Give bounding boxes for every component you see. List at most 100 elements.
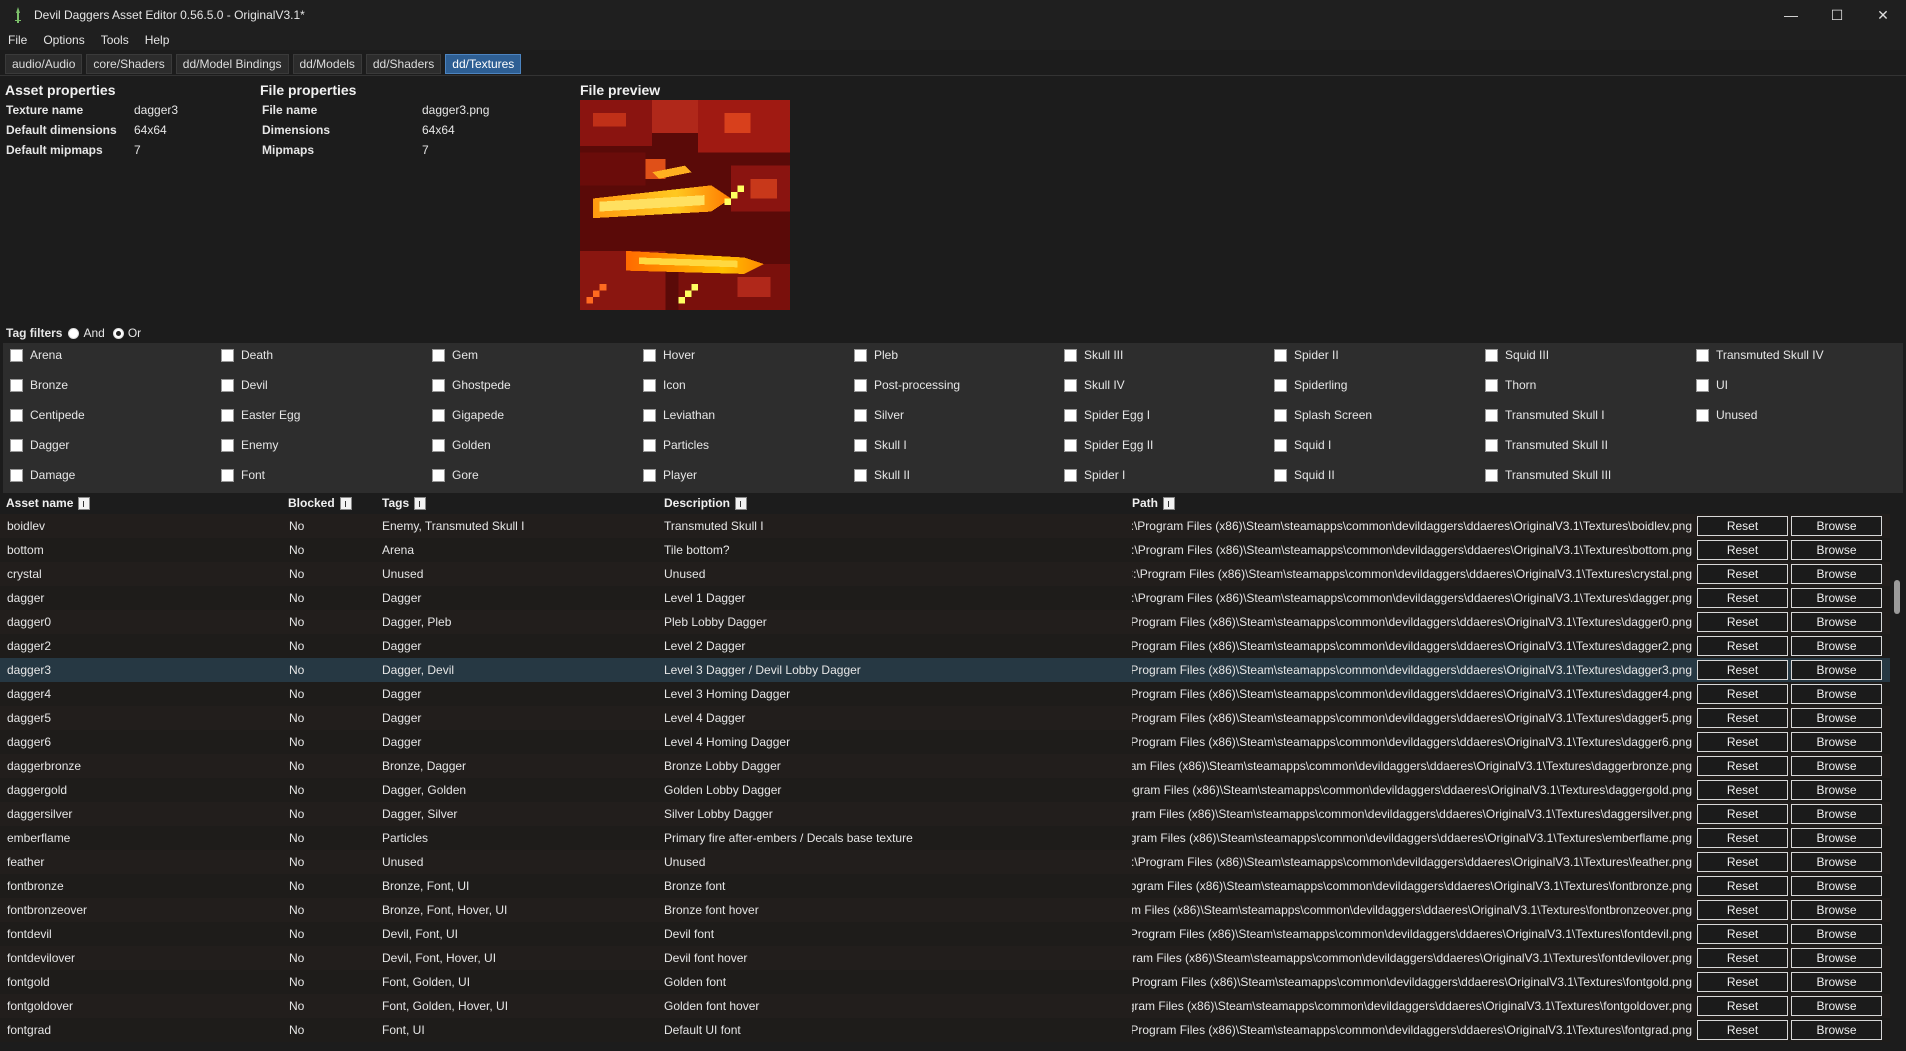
sort-path-icon[interactable] (1163, 496, 1176, 510)
reset-button[interactable]: Reset (1697, 900, 1788, 920)
tag-filter-centipede[interactable]: Centipede (10, 408, 85, 422)
table-row[interactable]: dagger4 No Dagger Level 3 Homing Dagger C:\P… (0, 682, 1890, 706)
tag-filter-post-processing[interactable]: Post-processing (854, 378, 960, 392)
table-row[interactable]: fontdevilover No Devil, Font, Hover, UI Dev… (0, 946, 1890, 970)
browse-button[interactable]: Browse (1791, 636, 1882, 656)
tag-checkbox-devil[interactable] (221, 378, 234, 392)
sort-blocked-icon[interactable] (339, 496, 352, 510)
reset-button[interactable]: Reset (1697, 852, 1788, 872)
tag-filter-skull-i[interactable]: Skull I (854, 438, 907, 452)
reset-button[interactable]: Reset (1697, 732, 1788, 752)
tag-checkbox-transmuted-skull-ii[interactable] (1485, 438, 1498, 452)
or-radio[interactable] (112, 327, 124, 339)
reset-button[interactable]: Reset (1697, 660, 1788, 680)
table-row[interactable]: fontbronzeover No Bronze, Font, Hover, UI B… (0, 898, 1890, 922)
tag-checkbox-silver[interactable] (854, 408, 867, 422)
or-radio-option[interactable]: Or (112, 326, 141, 340)
table-row[interactable]: daggersilver No Dagger, Silver Silver Lobby… (0, 802, 1890, 826)
header-tags[interactable]: Tags (382, 496, 427, 510)
sort-tags-icon[interactable] (414, 496, 427, 510)
sort-description-icon[interactable] (735, 496, 748, 510)
tag-checkbox-squid-ii[interactable] (1274, 468, 1287, 482)
reset-button[interactable]: Reset (1697, 876, 1788, 896)
browse-button[interactable]: Browse (1791, 780, 1882, 800)
tag-checkbox-spider-i[interactable] (1064, 468, 1077, 482)
reset-button[interactable]: Reset (1697, 972, 1788, 992)
tag-filter-gore[interactable]: Gore (432, 468, 479, 482)
reset-button[interactable]: Reset (1697, 780, 1788, 800)
reset-button[interactable]: Reset (1697, 948, 1788, 968)
tag-filter-silver[interactable]: Silver (854, 408, 904, 422)
menu-options[interactable]: Options (35, 33, 92, 47)
reset-button[interactable]: Reset (1697, 612, 1788, 632)
tag-filter-squid-ii[interactable]: Squid II (1274, 468, 1335, 482)
scrollbar-thumb[interactable] (1894, 580, 1900, 614)
tag-checkbox-gore[interactable] (432, 468, 445, 482)
tag-filter-ui[interactable]: UI (1696, 378, 1728, 392)
tag-checkbox-golden[interactable] (432, 438, 445, 452)
tag-checkbox-transmuted-skull-iv[interactable] (1696, 348, 1709, 362)
browse-button[interactable]: Browse (1791, 924, 1882, 944)
tag-checkbox-splash-screen[interactable] (1274, 408, 1287, 422)
header-description[interactable]: Description (664, 496, 748, 510)
tag-checkbox-hover[interactable] (643, 348, 656, 362)
tag-filter-hover[interactable]: Hover (643, 348, 695, 362)
browse-button[interactable]: Browse (1791, 996, 1882, 1016)
browse-button[interactable]: Browse (1791, 564, 1882, 584)
tag-checkbox-arena[interactable] (10, 348, 23, 362)
tag-filter-leviathan[interactable]: Leviathan (643, 408, 715, 422)
tag-filter-spiderling[interactable]: Spiderling (1274, 378, 1347, 392)
reset-button[interactable]: Reset (1697, 588, 1788, 608)
table-row[interactable]: dagger No Dagger Level 1 Dagger C:\Program F… (0, 586, 1890, 610)
tag-filter-squid-iii[interactable]: Squid III (1485, 348, 1549, 362)
tag-filter-devil[interactable]: Devil (221, 378, 268, 392)
sort-asset-name-icon[interactable] (78, 496, 91, 510)
tag-filter-gem[interactable]: Gem (432, 348, 478, 362)
browse-button[interactable]: Browse (1791, 972, 1882, 992)
tag-checkbox-spider-ii[interactable] (1274, 348, 1287, 362)
tag-filter-player[interactable]: Player (643, 468, 697, 482)
tag-checkbox-skull-iii[interactable] (1064, 348, 1077, 362)
reset-button[interactable]: Reset (1697, 636, 1788, 656)
header-asset-name[interactable]: Asset name (6, 496, 91, 510)
tag-checkbox-icon[interactable] (643, 378, 656, 392)
browse-button[interactable]: Browse (1791, 1020, 1882, 1040)
reset-button[interactable]: Reset (1697, 540, 1788, 560)
tag-checkbox-unused[interactable] (1696, 408, 1709, 422)
tag-checkbox-spiderling[interactable] (1274, 378, 1287, 392)
tag-checkbox-skull-i[interactable] (854, 438, 867, 452)
browse-button[interactable]: Browse (1791, 804, 1882, 824)
close-button[interactable]: ✕ (1860, 0, 1906, 30)
tag-checkbox-spider-egg-ii[interactable] (1064, 438, 1077, 452)
tag-checkbox-particles[interactable] (643, 438, 656, 452)
tag-filter-font[interactable]: Font (221, 468, 265, 482)
reset-button[interactable]: Reset (1697, 708, 1788, 728)
tag-checkbox-squid-iii[interactable] (1485, 348, 1498, 362)
tag-filter-easter-egg[interactable]: Easter Egg (221, 408, 300, 422)
tag-checkbox-death[interactable] (221, 348, 234, 362)
tag-filter-transmuted-skull-ii[interactable]: Transmuted Skull II (1485, 438, 1608, 452)
browse-button[interactable]: Browse (1791, 732, 1882, 752)
tag-filter-transmuted-skull-i[interactable]: Transmuted Skull I (1485, 408, 1605, 422)
tag-checkbox-gigapede[interactable] (432, 408, 445, 422)
browse-button[interactable]: Browse (1791, 900, 1882, 920)
and-radio-option[interactable]: And (68, 326, 105, 340)
tag-filter-particles[interactable]: Particles (643, 438, 709, 452)
menu-file[interactable]: File (0, 33, 35, 47)
tag-filter-arena[interactable]: Arena (10, 348, 62, 362)
tag-checkbox-thorn[interactable] (1485, 378, 1498, 392)
menu-tools[interactable]: Tools (93, 33, 137, 47)
tag-checkbox-enemy[interactable] (221, 438, 234, 452)
tag-filter-thorn[interactable]: Thorn (1485, 378, 1536, 392)
browse-button[interactable]: Browse (1791, 852, 1882, 872)
table-row[interactable]: daggergold No Dagger, Golden Golden Lobby D… (0, 778, 1890, 802)
tag-checkbox-gem[interactable] (432, 348, 445, 362)
table-row[interactable]: dagger3 No Dagger, Devil Level 3 Dagger / D… (0, 658, 1890, 682)
minimize-button[interactable]: — (1768, 0, 1814, 30)
table-row[interactable]: daggerbronze No Bronze, Dagger Bronze Lobby… (0, 754, 1890, 778)
reset-button[interactable]: Reset (1697, 804, 1788, 824)
table-row[interactable]: dagger6 No Dagger Level 4 Homing Dagger C:\P… (0, 730, 1890, 754)
browse-button[interactable]: Browse (1791, 948, 1882, 968)
browse-button[interactable]: Browse (1791, 588, 1882, 608)
tag-filter-death[interactable]: Death (221, 348, 273, 362)
